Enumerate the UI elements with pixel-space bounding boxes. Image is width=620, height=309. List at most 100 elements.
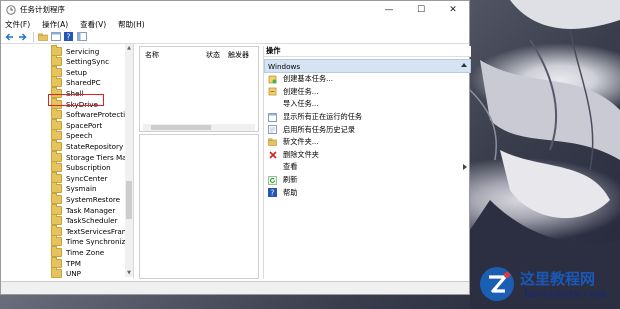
tree-item[interactable]: Task Manager	[51, 203, 115, 215]
site-watermark: 这里教程网 herecours.com	[476, 264, 620, 309]
menu-action[interactable]: 操作(A)	[42, 19, 68, 30]
action-label: 新文件夹...	[283, 137, 319, 147]
import-task-icon	[268, 100, 277, 109]
tree-item-label: Subscription	[66, 163, 111, 173]
show-pane-icon[interactable]	[76, 32, 87, 42]
action-create-basic-task[interactable]: 创建基本任务...	[264, 73, 471, 86]
tree-item[interactable]: TaskScheduler	[51, 214, 118, 226]
scroll-up-arrow-icon[interactable]: ▲	[126, 45, 132, 51]
tree-item[interactable]: Servicing	[51, 44, 100, 56]
hscrollbar-thumb[interactable]	[151, 125, 211, 130]
minimize-button[interactable]: —	[373, 1, 405, 18]
properties-icon[interactable]	[50, 32, 61, 42]
folder-up-icon[interactable]	[37, 32, 48, 42]
tree-item[interactable]: Time Zone	[51, 245, 105, 257]
submenu-arrow-icon	[463, 164, 467, 171]
action-refresh[interactable]: 刷新	[264, 174, 471, 187]
running-tasks-icon	[268, 112, 277, 122]
action-new-folder[interactable]: 新文件夹...	[264, 136, 471, 149]
action-delete-folder[interactable]: 删除文件夹	[264, 149, 471, 162]
clock-app-icon	[6, 4, 16, 15]
title-bar: 任务计划程序 — ☐ ✕	[1, 1, 469, 18]
tree-item-label: UNP	[66, 269, 81, 279]
delete-icon	[268, 150, 277, 159]
tree-item-label: Time Zone	[66, 247, 105, 257]
tree-item-label: Servicing	[66, 46, 100, 56]
action-label: 查看	[283, 162, 298, 172]
refresh-icon	[268, 175, 277, 185]
menu-bar: 文件(F) 操作(A) 查看(V) 帮助(H)	[1, 18, 469, 30]
tree-item[interactable]: Subscription	[51, 161, 111, 173]
new-folder-icon	[268, 138, 277, 147]
tree-item-label: SystemRestore	[66, 194, 121, 204]
actions-header: 操作	[264, 46, 471, 57]
tree-item[interactable]: SettingSync	[51, 55, 110, 67]
watermark-url: herecours.com	[524, 289, 608, 300]
tree-item-label: SoftwareProtectio	[66, 110, 130, 120]
tree-item-label: Setup	[66, 67, 87, 77]
tree-item[interactable]: SharedPC	[51, 76, 101, 88]
menu-help[interactable]: 帮助(H)	[118, 19, 145, 30]
tree-item[interactable]: TextServicesFram	[51, 224, 129, 236]
actions-group-windows[interactable]: Windows	[264, 59, 471, 73]
task-details-pane	[139, 134, 259, 279]
tree-item[interactable]: SoftwareProtectio	[51, 108, 130, 120]
toolbar: ?	[1, 30, 469, 44]
create-task-icon	[268, 87, 277, 96]
action-help[interactable]: ? 帮助	[264, 186, 471, 199]
tree-item[interactable]: Sysmain	[51, 182, 97, 194]
action-label: 显示所有正在运行的任务	[283, 112, 363, 122]
action-label: 删除文件夹	[283, 149, 319, 159]
column-header-trigger[interactable]: 触发器	[228, 50, 249, 60]
menu-view[interactable]: 查看(V)	[80, 19, 106, 30]
tree-item[interactable]: Time Synchronizat	[51, 235, 133, 247]
create-basic-task-icon	[268, 75, 277, 84]
tree-item-label: TaskScheduler	[66, 216, 118, 226]
task-table-hscrollbar[interactable]	[143, 124, 255, 131]
anime-art-decoration	[470, 0, 620, 309]
scroll-down-arrow-icon[interactable]: ▼	[126, 270, 132, 276]
tree-scrollbar-thumb[interactable]	[126, 181, 132, 219]
task-table: 名称 状态 触发器	[139, 46, 259, 132]
action-enable-history[interactable]: 启用所有任务历史记录	[264, 123, 471, 136]
view-icon	[268, 163, 277, 172]
close-button[interactable]: ✕	[437, 1, 469, 18]
action-label: 启用所有任务历史记录	[283, 124, 355, 134]
tree-item[interactable]: StateRepository	[51, 139, 123, 151]
column-header-status[interactable]: 状态	[206, 50, 220, 60]
collapse-caret-icon[interactable]	[461, 63, 467, 67]
tree-item[interactable]: SyncCenter	[51, 171, 108, 183]
actions-group-label: Windows	[268, 61, 301, 71]
tree-item[interactable]: SpacePort	[51, 118, 102, 130]
menu-file[interactable]: 文件(F)	[5, 19, 30, 30]
folder-icon	[51, 267, 62, 279]
status-bar	[1, 281, 469, 294]
tree-item[interactable]: UNP	[51, 267, 81, 279]
history-icon	[268, 125, 277, 135]
action-label: 刷新	[283, 175, 298, 185]
tree-item-label: TPM	[66, 258, 81, 268]
action-create-task[interactable]: 创建任务...	[264, 86, 471, 99]
task-list-pane: 名称 状态 触发器	[139, 46, 259, 279]
tree-item-label: TextServicesFram	[66, 226, 129, 236]
action-import-task[interactable]: 导入任务...	[264, 98, 471, 111]
maximize-button[interactable]: ☐	[405, 1, 437, 18]
window-title: 任务计划程序	[20, 5, 65, 14]
back-arrow-icon[interactable]	[4, 32, 15, 42]
tree-item-label: SettingSync	[66, 57, 110, 67]
action-label: 创建基本任务...	[283, 74, 333, 84]
forward-arrow-icon[interactable]	[17, 32, 28, 42]
action-show-running-tasks[interactable]: 显示所有正在运行的任务	[264, 111, 471, 124]
tree-item[interactable]: Storage Tiers Ma	[51, 150, 127, 162]
help-icon[interactable]: ?	[63, 32, 74, 42]
tree-scrollbar[interactable]: ▲ ▼	[125, 44, 133, 277]
task-library-tree: Servicing SettingSync Setup SharedPC She…	[1, 44, 134, 279]
tree-item-label: Speech	[66, 131, 93, 141]
tree-item-label: Storage Tiers Ma	[66, 152, 127, 162]
column-header-name[interactable]: 名称	[145, 50, 159, 60]
tree-item[interactable]: SystemRestore	[51, 192, 121, 204]
tree-item-label: SyncCenter	[66, 173, 108, 183]
help-icon: ?	[268, 188, 277, 198]
action-view[interactable]: 查看	[264, 161, 471, 174]
tree-item[interactable]: Speech	[51, 129, 93, 141]
